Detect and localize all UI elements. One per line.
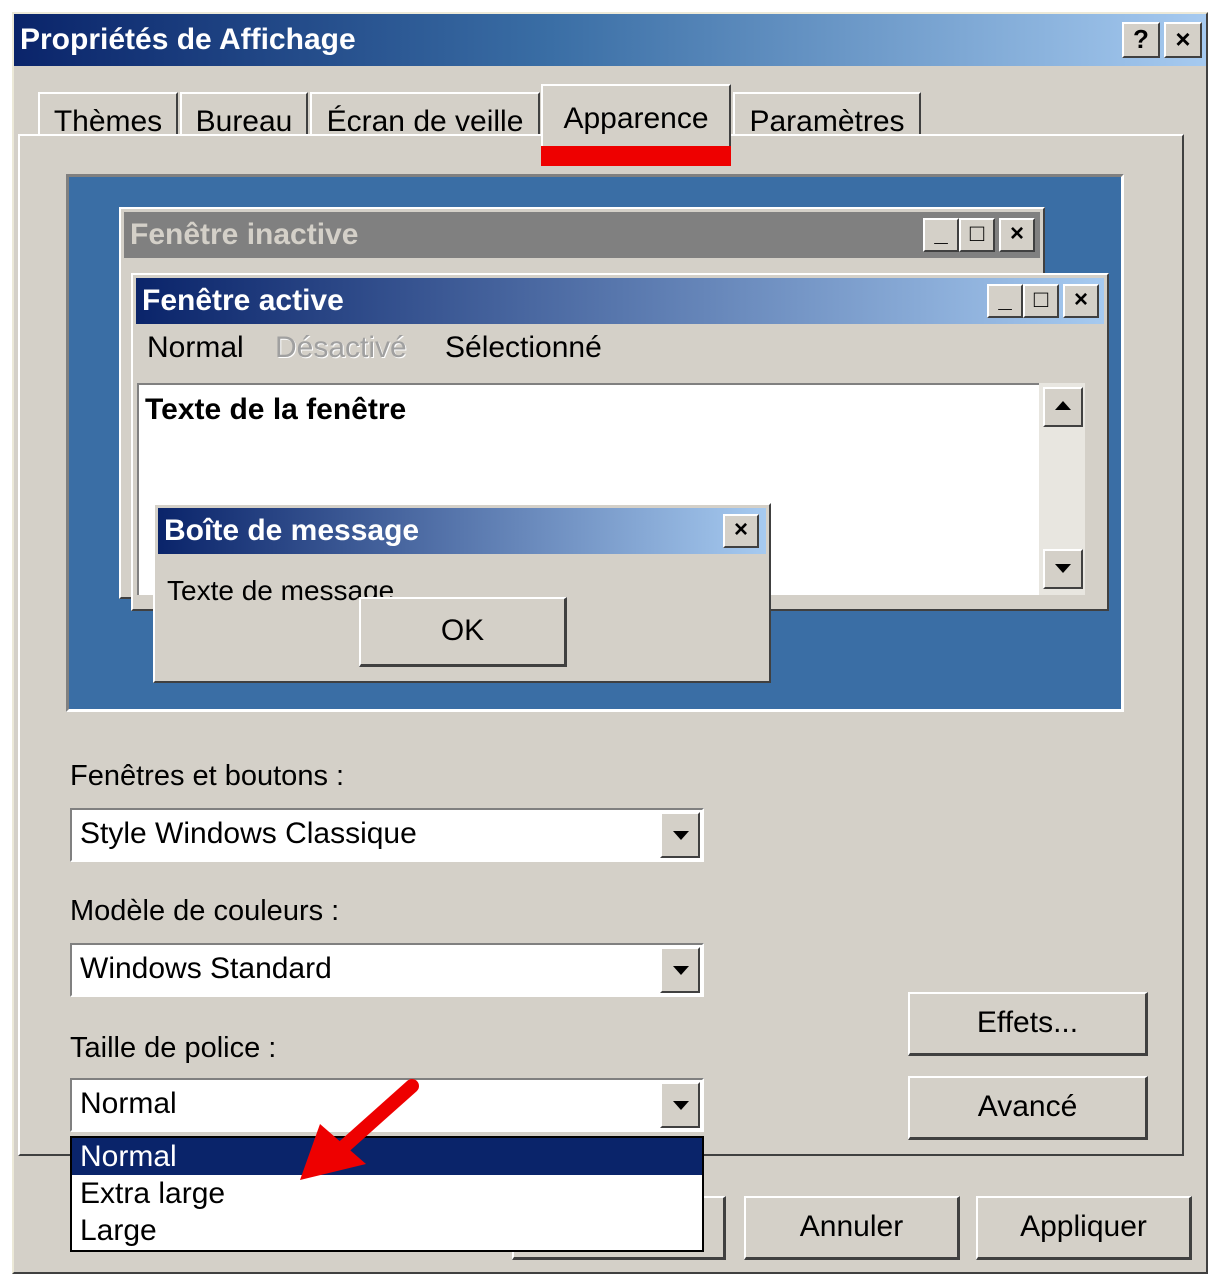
chevron-down-icon[interactable] bbox=[660, 1082, 700, 1128]
windows-buttons-label: Fenêtres et boutons : bbox=[70, 760, 345, 792]
scroll-up-icon bbox=[1043, 387, 1083, 427]
inactive-title: Fenêtre inactive bbox=[124, 212, 1040, 258]
color-scheme-label: Modèle de couleurs : bbox=[70, 895, 340, 927]
option-large[interactable]: Large bbox=[72, 1212, 702, 1249]
font-size-label: Taille de police : bbox=[70, 1032, 277, 1064]
window-text: Texte de la fenêtre bbox=[145, 393, 407, 426]
scroll-down-icon bbox=[1043, 549, 1083, 589]
scrollbar bbox=[1039, 383, 1085, 595]
close-icon: × bbox=[1063, 284, 1099, 318]
close-button[interactable]: × bbox=[1164, 22, 1202, 58]
cancel-button[interactable]: Annuler bbox=[744, 1196, 960, 1260]
menu-selected: Sélectionné bbox=[445, 331, 602, 364]
chevron-down-icon[interactable] bbox=[660, 947, 700, 993]
message-box-preview: Boîte de message × Texte de message OK bbox=[153, 503, 771, 683]
tab-appearance[interactable]: Apparence bbox=[541, 84, 731, 150]
msgbox-title: Boîte de message bbox=[158, 508, 766, 554]
effects-button[interactable]: Effets... bbox=[908, 992, 1148, 1056]
close-icon: × bbox=[723, 514, 759, 548]
chevron-down-icon[interactable] bbox=[660, 812, 700, 858]
annotation-underline bbox=[541, 146, 731, 166]
minimize-icon: _ bbox=[987, 284, 1023, 318]
appearance-preview: Fenêtre inactive _ □ × Fenêtre active _ … bbox=[66, 174, 1124, 712]
maximize-icon: □ bbox=[1023, 284, 1059, 318]
advanced-button[interactable]: Avancé bbox=[908, 1076, 1148, 1140]
menu-normal: Normal bbox=[147, 331, 244, 364]
color-scheme-value: Windows Standard bbox=[80, 952, 332, 985]
close-icon: × bbox=[999, 218, 1035, 252]
font-size-value: Normal bbox=[80, 1087, 177, 1120]
menu-disabled: Désactivé bbox=[275, 331, 407, 364]
minimize-icon: _ bbox=[923, 218, 959, 252]
maximize-icon: □ bbox=[959, 218, 995, 252]
windows-buttons-value: Style Windows Classique bbox=[80, 817, 417, 850]
ok-button: OK bbox=[359, 597, 567, 667]
windows-buttons-select[interactable]: Style Windows Classique bbox=[70, 808, 704, 862]
title-bar: Propriétés de Affichage ? × bbox=[14, 14, 1206, 66]
apply-button[interactable]: Appliquer bbox=[976, 1196, 1192, 1260]
window-title: Propriétés de Affichage bbox=[20, 23, 356, 56]
help-button[interactable]: ? bbox=[1122, 22, 1160, 58]
color-scheme-select[interactable]: Windows Standard bbox=[70, 943, 704, 997]
active-title: Fenêtre active bbox=[136, 278, 1104, 324]
annotation-arrow-icon bbox=[300, 1079, 419, 1180]
